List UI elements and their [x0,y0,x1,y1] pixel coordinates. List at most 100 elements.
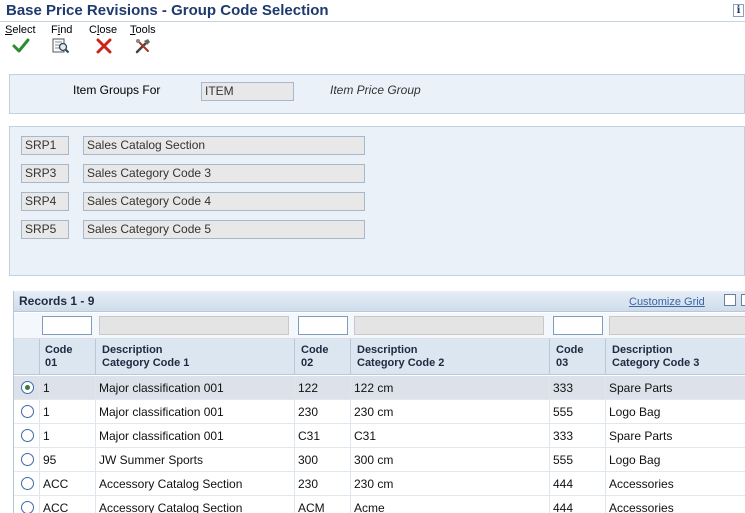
filter-input-code-02[interactable] [298,316,348,335]
grid-cell: Logo Bag [609,405,661,419]
column-header-description-2[interactable]: Description Category Code 2 [357,344,444,370]
table-row[interactable]: 1 Major classification 001 122 122 cm 333 Spa… [14,376,745,400]
filter-input-code-01[interactable] [42,316,92,335]
filter-input-code-03[interactable] [553,316,603,335]
expand-grid-icon[interactable] [724,294,736,306]
column-divider [39,400,40,424]
column-divider [294,448,295,472]
tools-label: Tools [130,24,156,36]
records-grid: Records 1 - 9 Customize Grid Code 01 Desc… [13,291,745,513]
table-row[interactable]: 1 Major classification 001 230 230 cm 555 Log… [14,400,745,424]
row-select-radio[interactable] [21,477,34,490]
info-icon[interactable]: i [733,4,744,17]
column-divider [294,376,295,400]
column-header-code-02[interactable]: Code 02 [301,344,329,370]
column-divider [350,400,351,424]
grid-cell: Accessory Catalog Section [99,501,243,513]
column-divider [549,400,550,424]
select-label: Select [5,24,36,36]
grid-cell: Major classification 001 [99,429,224,443]
row-select-radio[interactable] [21,429,34,442]
category-description-field: Sales Category Code 3 [83,164,365,183]
grid-cell: 230 [298,477,319,491]
grid-cell: Accessories [609,501,674,513]
item-groups-label: Item Groups For [73,83,161,97]
column-divider [549,424,550,448]
column-divider [605,496,606,513]
grid-cell: C31 [298,429,321,443]
grid-cell: 333 [553,429,574,443]
grid-cell: ACC [43,501,69,513]
column-divider [95,400,96,424]
category-description-field: Sales Category Code 5 [83,220,365,239]
column-divider [350,496,351,513]
column-divider [95,472,96,496]
column-header-code-03[interactable]: Code 03 [556,344,584,370]
row-select-radio[interactable] [21,405,34,418]
grid-cell: ACM [298,501,325,513]
grid-cell: 230 cm [354,405,394,419]
grid-cell: Accessory Catalog Section [99,477,243,491]
column-divider [95,448,96,472]
check-icon [12,38,30,54]
grid-cell: 555 [553,405,574,419]
toolbar: Select Find Close Tools [0,24,745,62]
query-filter-row [14,313,745,339]
column-header-code-01[interactable]: Code 01 [45,344,73,370]
column-divider [605,472,606,496]
item-groups-field: ITEM [201,82,294,101]
select-button[interactable]: Select [5,24,36,54]
grid-cell: Spare Parts [609,381,673,395]
grid-header: Records 1 - 9 Customize Grid [14,291,745,312]
category-code-field: SRP1 [21,136,69,155]
tools-button[interactable]: Tools [130,24,156,54]
column-divider [294,472,295,496]
title-bar: Base Price Revisions - Group Code Select… [0,0,745,22]
grid-cell: 95 [43,453,57,467]
row-select-radio[interactable] [21,501,34,513]
column-divider [605,400,606,424]
close-icon [95,38,113,54]
column-divider [350,472,351,496]
grid-cell: Major classification 001 [99,405,224,419]
grid-cell: 230 cm [354,477,394,491]
grid-cell: Spare Parts [609,429,673,443]
column-header-description-3[interactable]: Description Category Code 3 [612,344,699,370]
table-row[interactable]: 95 JW Summer Sports 300 300 cm 555 Logo Bag [14,448,745,472]
grid-cell: 122 cm [354,381,394,395]
column-divider [605,448,606,472]
category-code-field: SRP5 [21,220,69,239]
table-row[interactable]: ACC Accessory Catalog Section ACM Acme 444 Ac… [14,496,745,513]
header-panel: Item Groups For ITEM Item Price Group [9,74,745,114]
grid-cell: C31 [354,429,377,443]
column-divider [294,496,295,513]
category-code-field: SRP4 [21,192,69,211]
grid-cell: 230 [298,405,319,419]
item-price-group-label: Item Price Group [330,83,421,97]
row-select-radio[interactable] [21,381,34,394]
column-divider [39,424,40,448]
close-button[interactable]: Close [89,24,117,54]
find-label: Find [51,24,73,36]
customize-grid-link[interactable]: Customize Grid [629,296,705,308]
column-divider [95,424,96,448]
grid-cell: Acme [354,501,385,513]
window-title: Base Price Revisions - Group Code Select… [6,2,329,19]
row-select-radio[interactable] [21,453,34,466]
grid-cell: Major classification 001 [99,381,224,395]
table-row[interactable]: ACC Accessory Catalog Section 230 230 cm 444… [14,472,745,496]
grid-cell: 1 [43,405,50,419]
column-divider [350,448,351,472]
column-divider [95,496,96,513]
category-description-field: Sales Catalog Section [83,136,365,155]
find-button[interactable]: Find [51,24,72,54]
table-row[interactable]: 1 Major classification 001 C31 C31 333 Spare … [14,424,745,448]
column-divider [39,472,40,496]
close-label: Close [89,24,118,36]
export-grid-icon[interactable] [741,294,745,306]
grid-cell: JW Summer Sports [99,453,204,467]
grid-cell: 555 [553,453,574,467]
column-header-description-1[interactable]: Description Category Code 1 [102,344,189,370]
grid-cell: ACC [43,477,69,491]
column-headers: Code 01 Description Category Code 1 Code 02… [14,339,745,375]
